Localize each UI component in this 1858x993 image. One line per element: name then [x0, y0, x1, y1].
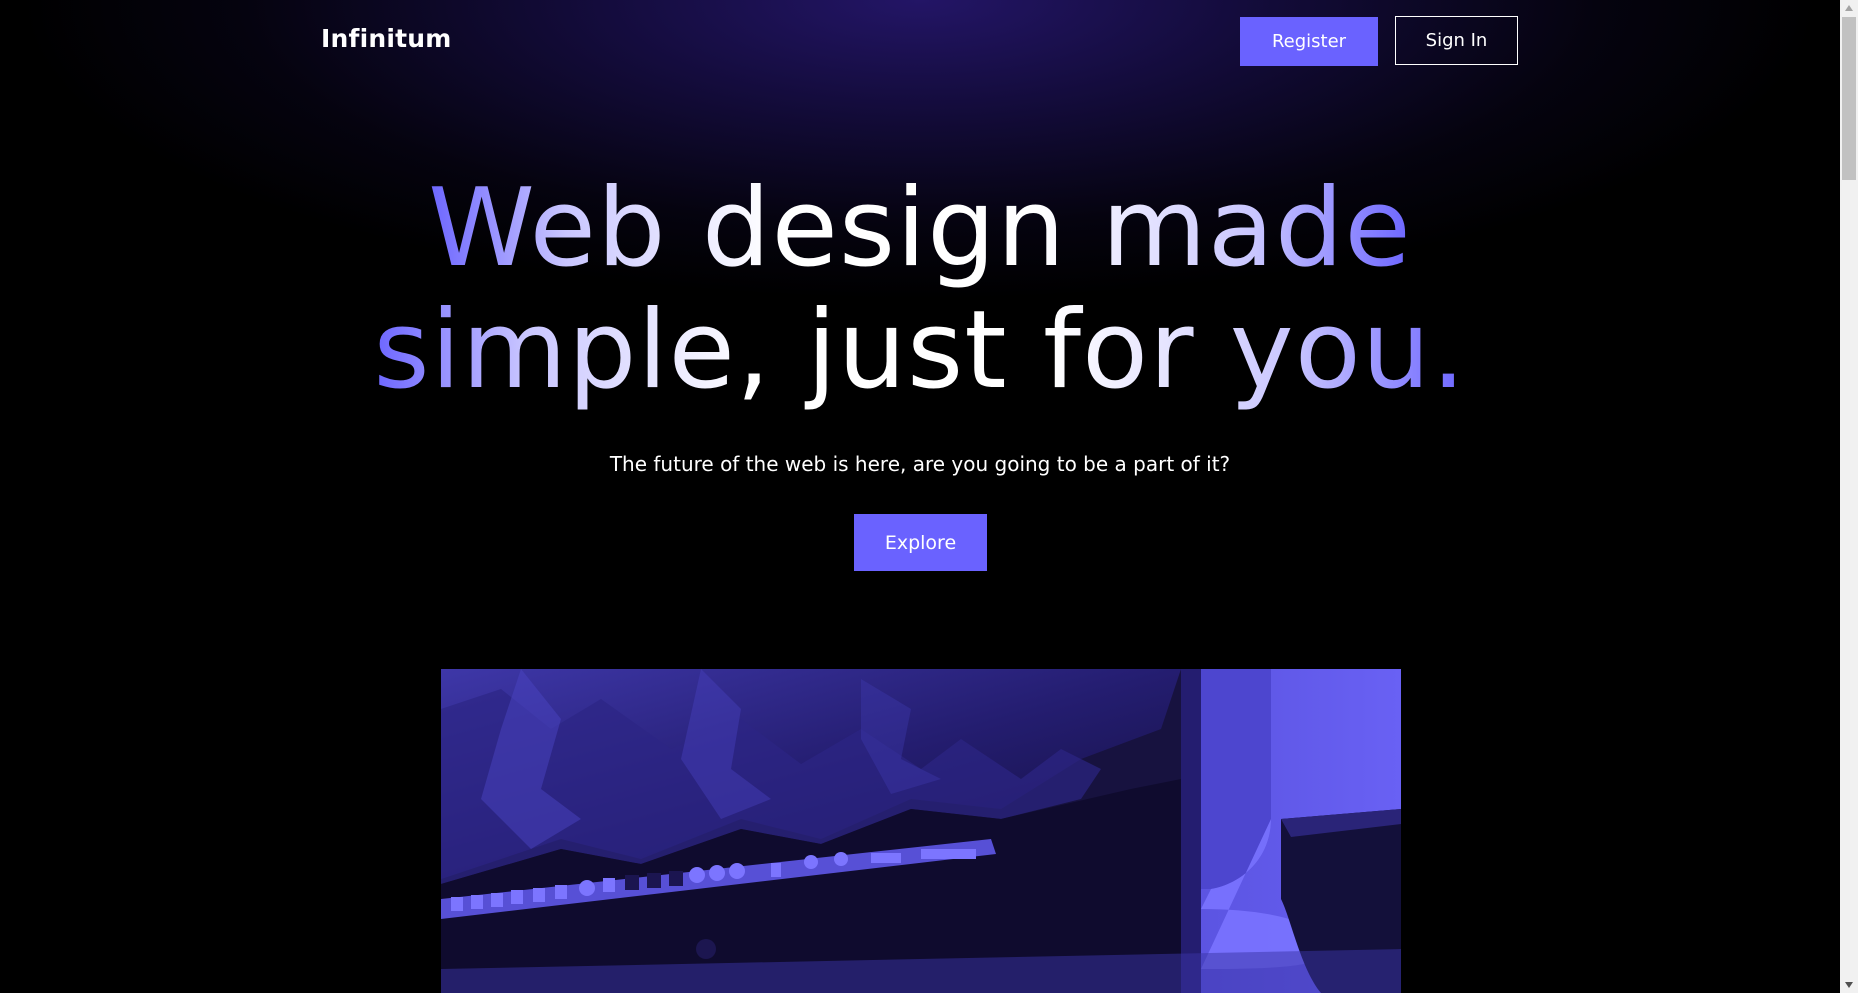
hero-headline: Web design made simple, just for you. [0, 168, 1840, 412]
top-navigation: Infinitum Register Sign In [0, 0, 1840, 82]
vertical-scrollbar[interactable] [1840, 0, 1858, 993]
desktop-computer-photo-icon [441, 669, 1401, 993]
landing-page: Infinitum Register Sign In Web design ma… [0, 0, 1840, 993]
scroll-up-icon[interactable] [1840, 0, 1858, 16]
sign-in-button[interactable]: Sign In [1395, 16, 1518, 65]
scrollbar-thumb[interactable] [1842, 17, 1856, 180]
register-button[interactable]: Register [1240, 17, 1378, 66]
headline-line-2: simple, just for you. [373, 288, 1467, 413]
hero-subtitle: The future of the web is here, are you g… [609, 452, 1231, 476]
headline-line-1: Web design made [428, 166, 1412, 291]
scroll-down-icon[interactable] [1840, 977, 1858, 993]
explore-button[interactable]: Explore [854, 514, 987, 571]
hero-image [441, 669, 1401, 993]
brand-logo[interactable]: Infinitum [321, 24, 452, 53]
